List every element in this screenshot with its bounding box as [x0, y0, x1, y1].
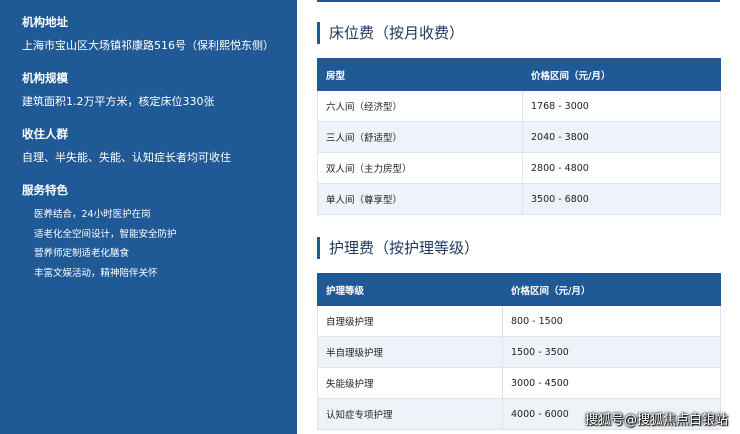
room-type-cell: 双人间（主力房型）	[317, 152, 523, 184]
care-level-cell: 认知症专项护理	[317, 398, 503, 430]
table-row: 失能级护理 3000 - 4500	[317, 367, 721, 399]
table-row: 单人间（尊享型） 3500 - 6800	[317, 183, 721, 215]
bed-fee-table: 房型 价格区间（元/月） 六人间（经济型） 1768 - 3000 三人间（舒适…	[317, 58, 721, 215]
main-content: 床位费（按月收费） 房型 价格区间（元/月） 六人间（经济型） 1768 - 3…	[317, 0, 721, 434]
features-section: 服务特色 医养结合，24小时医护在岗 适老化全空间设计，智能安全防护 营养师定制…	[22, 182, 297, 280]
intake-section: 收住人群 自理、半失能、失能、认知症长者均可收住	[22, 126, 297, 165]
feature-item: 适老化全空间设计，智能安全防护	[34, 228, 177, 240]
care-level-cell: 自理级护理	[317, 305, 503, 337]
column-header-price: 价格区间（元/月）	[522, 58, 721, 91]
price-cell: 2040 - 3800	[522, 121, 721, 153]
price-cell: 3500 - 6800	[522, 183, 721, 215]
column-header-room-type: 房型	[317, 58, 523, 91]
care-level-cell: 半自理级护理	[317, 336, 503, 368]
table-header-row: 房型 价格区间（元/月）	[317, 58, 721, 91]
price-cell: 3000 - 4500	[502, 367, 721, 399]
room-type-cell: 单人间（尊享型）	[317, 183, 523, 215]
feature-item: 丰富文娱活动，精神陪伴关怀	[34, 267, 158, 279]
care-fee-table: 护理等级 价格区间（元/月） 自理级护理 800 - 1500 半自理级护理 1…	[317, 273, 721, 430]
room-type-cell: 三人间（舒适型）	[317, 121, 523, 153]
address-value: 上海市宝山区大场镇祁康路516号（保利熙悦东侧）	[22, 39, 274, 52]
table-row: 自理级护理 800 - 1500	[317, 305, 721, 337]
column-header-price: 价格区间（元/月）	[502, 273, 721, 306]
care-fee-title: 护理费（按护理等级）	[317, 237, 479, 259]
address-section: 机构地址 上海市宝山区大场镇祁康路516号（保利熙悦东侧）	[22, 14, 297, 53]
feature-item: 营养师定制适老化膳食	[34, 248, 130, 259]
room-type-cell: 六人间（经济型）	[317, 90, 523, 122]
table-row: 双人间（主力房型） 2800 - 4800	[317, 152, 721, 184]
info-sidebar: 机构地址 上海市宝山区大场镇祁康路516号（保利熙悦东侧） 机构规模 建筑面积1…	[0, 0, 297, 434]
table-header-row: 护理等级 价格区间（元/月）	[317, 273, 721, 306]
feature-item: 医养结合，24小时医护在岗	[34, 209, 151, 220]
column-header-care-level: 护理等级	[317, 273, 503, 306]
intake-value: 自理、半失能、失能、认知症长者均可收住	[22, 151, 231, 164]
source-watermark: 搜狐号@搜狐焦点白银站	[584, 413, 728, 428]
address-label: 机构地址	[22, 15, 68, 29]
bed-fee-title: 床位费（按月收费）	[317, 22, 464, 44]
top-divider	[317, 0, 720, 2]
table-row: 三人间（舒适型） 2040 - 3800	[317, 121, 721, 153]
price-cell: 2800 - 4800	[522, 152, 721, 184]
price-cell: 1768 - 3000	[522, 90, 721, 122]
care-level-cell: 失能级护理	[317, 367, 503, 399]
features-list: 医养结合，24小时医护在岗 适老化全空间设计，智能安全防护 营养师定制适老化膳食…	[34, 208, 297, 280]
scale-value: 建筑面积1.2万平方米，核定床位330张	[22, 95, 215, 108]
intake-label: 收住人群	[22, 127, 68, 141]
price-cell: 1500 - 3500	[502, 336, 721, 368]
price-cell: 800 - 1500	[502, 305, 721, 337]
table-row: 六人间（经济型） 1768 - 3000	[317, 90, 721, 122]
scale-section: 机构规模 建筑面积1.2万平方米，核定床位330张	[22, 70, 297, 109]
scale-label: 机构规模	[22, 71, 68, 85]
table-row: 半自理级护理 1500 - 3500	[317, 336, 721, 368]
features-label: 服务特色	[22, 183, 68, 197]
